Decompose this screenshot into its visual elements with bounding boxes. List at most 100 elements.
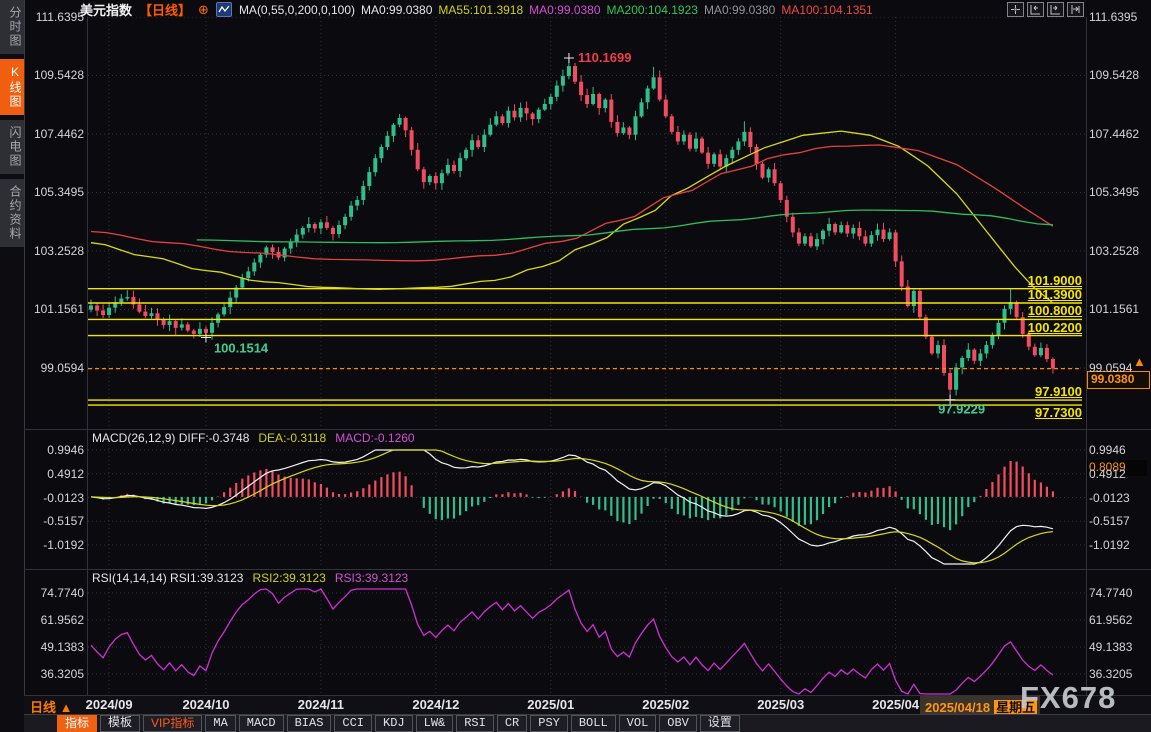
rsi-header-item: RSI2:39.3123 [252,571,325,585]
main-y-axis-label: 105.3495 [22,184,84,200]
toolbar-item-VIP指标[interactable]: VIP指标 [143,715,202,732]
main-y-axis-label: 109.5428 [1089,67,1151,83]
rsi-header-item: RSI(14,14,14) RSI1:39.3123 [92,571,243,585]
main-y-axis-label: 111.6395 [22,9,84,25]
toolbar-item-指标[interactable]: 指标 [57,715,97,732]
ma-legend-item: MA100:104.1351 [781,3,872,17]
pan-left-icon[interactable] [1027,2,1044,17]
macd-y-axis-label: 0.4912 [1089,466,1151,482]
support-line-label: 101.3900 [903,288,1082,302]
main-y-axis-label: 107.4462 [22,126,84,142]
crosshair-icon[interactable] [1007,2,1024,17]
main-y-axis-label: 101.1561 [1089,301,1151,317]
date-label: 2025/03 [736,697,826,712]
support-line-label: 97.7300 [903,406,1082,420]
toolbar-item-MACD[interactable]: MACD [239,715,284,732]
ma-legend-item: MA0:99.0380 [529,3,600,17]
sidebar-tab-K线图[interactable]: K线图 [0,59,24,115]
sidebar-tab-合约资料[interactable]: 合约资料 [0,179,24,247]
toolbar-item-设置[interactable]: 设置 [700,715,740,732]
pan-right-icon[interactable] [1047,2,1064,17]
macd-y-axis-label: -0.0123 [22,490,84,506]
toolbar-item-BOLL[interactable]: BOLL [571,715,616,732]
support-line-label: 100.8000 [903,304,1082,318]
main-y-axis-label: 105.3495 [1089,184,1151,200]
ma-legend-item: MA55:101.3918 [438,3,523,17]
jump-end-icon[interactable] [1067,2,1084,17]
date-label: 2024/09 [64,697,154,712]
macd-y-axis-label: -1.0192 [1089,537,1151,553]
toolbar-item-MA[interactable]: MA [205,715,235,732]
main-y-axis-label: 103.2528 [1089,243,1151,259]
chart-app: 分时图 K线图闪电图合约资料 美元指数 【日线】 ⊕ MA(0,55,0,200,… [0,0,1151,732]
support-line-label: 97.9100 [903,385,1082,399]
date-label: 2025/04 [851,697,941,712]
toolbar-item-VOL[interactable]: VOL [619,715,657,732]
toolbar-item-BIAS[interactable]: BIAS [287,715,332,732]
main-y-axis-label: 111.6395 [1089,9,1151,25]
rsi-chart[interactable] [88,588,1085,695]
sidebar-tab-分时图[interactable]: 分时图 [0,0,24,54]
ma-legend: MA(0,55,0,200,0,100) MA0:99.0380 MA55:101.… [239,3,879,17]
toolbar-item-LW&[interactable]: LW& [416,715,454,732]
macd-header-item: MACD:-0.1260 [335,431,414,445]
macd-y-axis-label: 0.4912 [22,466,84,482]
main-y-axis-label: 101.1561 [22,301,84,317]
main-header: 美元指数 【日线】 ⊕ MA(0,55,0,200,0,100)MA0:99.0… [80,2,879,17]
rsi-y-axis-label: 61.9562 [1089,612,1151,628]
ma-legend-item: MA(0,55,0,200,0,100) [239,3,355,17]
date-label: 2025/01 [506,697,596,712]
date-label: 2025/02 [621,697,711,712]
macd-y-axis-label: -1.0192 [22,537,84,553]
watermark-logo: FX678 [1020,680,1116,716]
macd-y-axis-label: 0.9946 [1089,442,1151,458]
chart-type-icon[interactable] [216,2,232,17]
macd-y-axis-label: -0.0123 [1089,490,1151,506]
rsi-y-axis-label: 49.1383 [22,639,84,655]
svg-text:110.1699: 110.1699 [578,50,632,65]
toolbar-item-OBV[interactable]: OBV [659,715,697,732]
toolbar-item-RSI[interactable]: RSI [456,715,494,732]
circle-plus-icon[interactable]: ⊕ [198,2,209,18]
rsi-header: RSI(14,14,14) RSI1:39.3123 RSI2:39.3123 RS… [92,571,408,585]
svg-text:100.1514: 100.1514 [214,341,269,356]
support-line-label: 100.2200 [903,321,1082,335]
support-line-label: 101.9000 [903,274,1082,288]
ma-legend-item: MA0:99.0380 [361,3,432,17]
toolbar-item-模板[interactable]: 模板 [100,715,140,732]
macd-y-axis-label: -0.5157 [1089,513,1151,529]
rsi-header-item: RSI3:39.3123 [335,571,408,585]
rsi-y-axis-label: 36.3205 [22,666,84,682]
rsi-y-axis-label: 61.9562 [22,612,84,628]
chart-toolbar-icons [1007,2,1084,17]
macd-y-axis-label: -0.5157 [22,513,84,529]
main-y-axis-label: 107.4462 [1089,126,1151,142]
toolbar-item-KDJ[interactable]: KDJ [375,715,413,732]
sidebar-tab-闪电图[interactable]: 闪电图 [0,120,24,174]
main-y-axis-label: 103.2528 [22,243,84,259]
toolbar-item-CR[interactable]: CR [497,715,527,732]
date-label: 2024/11 [276,697,366,712]
rsi-y-axis-label: 74.7740 [1089,585,1151,601]
date-label: 2024/12 [391,697,481,712]
macd-header: MACD(26,12,9) DIFF:-0.3748 DEA:-0.3118 MAC… [92,431,415,445]
macd-chart[interactable] [88,448,1085,566]
date-axis: 日线 ▲ 2025/04/18星期五 2024/092024/102024/11… [24,696,1151,714]
main-y-axis-label: 99.0594 [1089,360,1151,376]
macd-y-axis-label: 0.9946 [22,442,84,458]
pane-separator-2 [24,569,1151,570]
macd-header-item: MACD(26,12,9) DIFF:-0.3748 [92,431,249,445]
ma-legend-item: MA200:104.1923 [607,3,698,17]
pane-separator-1 [24,429,1151,430]
macd-header-item: DEA:-0.3118 [258,431,326,445]
rsi-y-axis-label: 36.3205 [1089,666,1151,682]
plot-right-border [1086,17,1087,696]
toolbar-item-PSY[interactable]: PSY [530,715,568,732]
toolbar-item-CCI[interactable]: CCI [334,715,372,732]
main-y-axis-label: 109.5428 [22,67,84,83]
candlestick-chart[interactable]: 110.1699100.151497.9229 [88,17,1085,428]
main-y-axis-label: 99.0594 [22,360,84,376]
rsi-y-axis-label: 74.7740 [22,585,84,601]
rsi-y-axis-label: 49.1383 [1089,639,1151,655]
indicator-toolbar: 指标模板VIP指标MAMACDBIASCCIKDJLW&RSICRPSYBOLL… [24,714,1151,732]
